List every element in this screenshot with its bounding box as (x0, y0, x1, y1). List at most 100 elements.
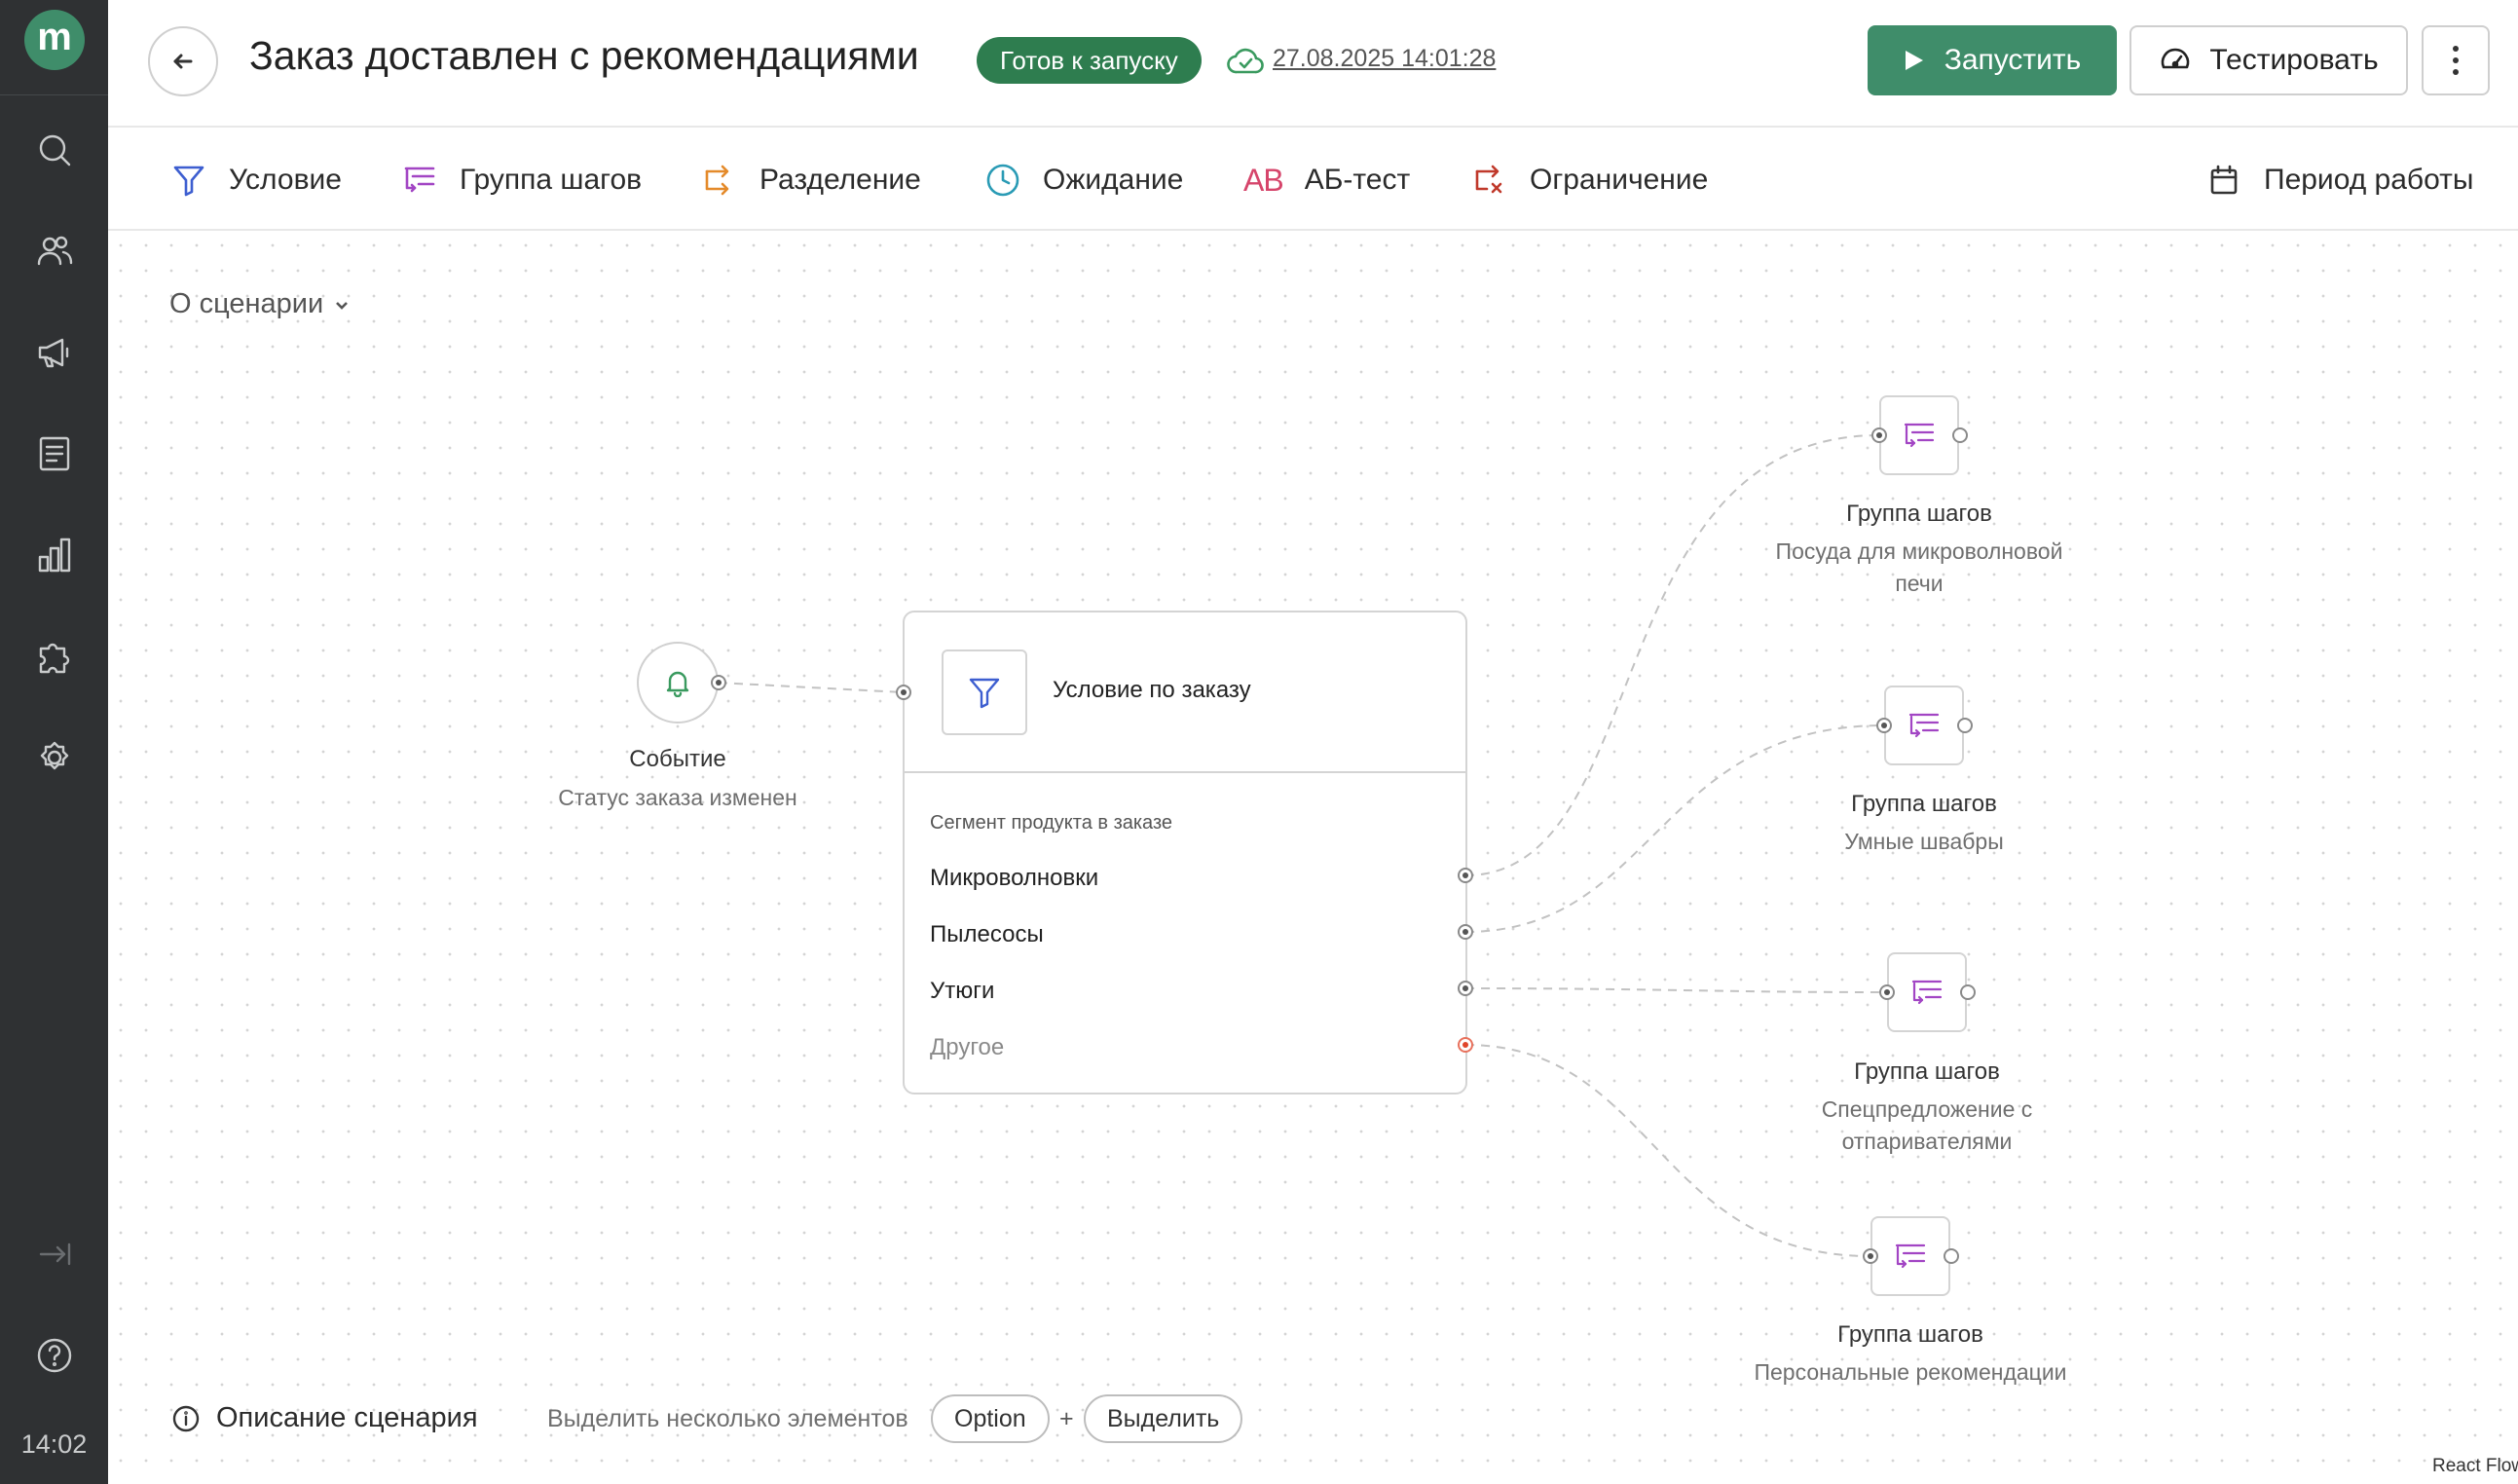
clock-icon (986, 164, 1019, 197)
step-group-2-subtitle: Умные швабры (1844, 829, 2004, 854)
event-node[interactable] (637, 642, 719, 723)
step-group-2-title: Группа шагов (1851, 791, 1997, 817)
branch-irons-handle[interactable] (1458, 981, 1473, 996)
branch-vacuums-handle[interactable] (1458, 924, 1473, 940)
react-flow-attribution[interactable]: React Flow (2432, 1456, 2518, 1477)
branch-vacuums: Пылесосы (930, 921, 1044, 947)
tool-split[interactable]: Разделение (701, 153, 921, 207)
collapse-icon[interactable] (32, 1232, 77, 1277)
condition-node-title: Условие по заказу (1053, 677, 1251, 703)
logo[interactable]: m (24, 10, 85, 70)
header: Заказ доставлен с рекомендациями Готов к… (108, 0, 2518, 128)
step-group-4-output-handle[interactable] (1944, 1248, 1959, 1264)
status-badge: Готов к запуску (977, 37, 1202, 84)
step-group-3-title: Группа шагов (1854, 1058, 2000, 1085)
step-group-node-3[interactable] (1887, 952, 1967, 1032)
event-node-title: Событие (629, 746, 726, 772)
step-group-node-4[interactable] (1870, 1216, 1950, 1296)
branch-irons: Утюги (930, 978, 995, 1004)
split-icon (705, 165, 729, 196)
step-group-1-output-handle[interactable] (1952, 427, 1968, 443)
limit-icon (1475, 165, 1502, 194)
step-group-2-output-handle[interactable] (1957, 718, 1973, 733)
tool-ab-test[interactable]: AB АБ-тест (1243, 153, 1410, 207)
step-group-4-title: Группа шагов (1837, 1321, 1983, 1348)
chart-icon[interactable] (32, 533, 77, 577)
tool-step-group-label: Группа шагов (460, 164, 643, 196)
play-icon (1905, 51, 1923, 70)
filter-icon (942, 649, 1027, 735)
step-group-3-input-handle[interactable] (1879, 984, 1895, 1000)
bell-icon (666, 671, 689, 697)
arrow-left-icon (173, 54, 193, 69)
sidebar-divider (0, 94, 108, 95)
help-icon[interactable] (32, 1333, 77, 1378)
info-icon (172, 1405, 200, 1431)
step-group-3-subtitle: Спецпредложение с отпаривателями (1821, 1096, 2033, 1154)
step-group-node-1[interactable] (1879, 395, 1959, 475)
step-group-icon (1895, 1243, 1926, 1269)
condition-node-header: Условие по заказу (905, 612, 1465, 773)
clock-time: 14:02 (20, 1429, 88, 1459)
sidebar: m 14:02 (0, 0, 108, 1484)
tool-ab-test-label: АБ-тест (1304, 164, 1411, 196)
tool-step-group[interactable]: Группа шагов (401, 153, 642, 207)
back-button[interactable] (148, 26, 218, 96)
step-group-1-subtitle: Посуда для микроволновой печи (1775, 538, 2063, 596)
tool-limit-label: Ограничение (1530, 164, 1709, 196)
branch-microwaves: Микроволновки (930, 865, 1099, 891)
toolbar: Условие Группа шагов Разделение Ожидание… (108, 130, 2518, 231)
period-button[interactable]: Период работы (2205, 153, 2473, 207)
test-button-label: Тестировать (2209, 44, 2379, 76)
branch-other-handle[interactable] (1458, 1037, 1473, 1053)
puzzle-icon[interactable] (32, 634, 77, 679)
about-scenario-toggle[interactable]: О сценарии (169, 288, 351, 320)
settings-icon[interactable] (32, 735, 77, 780)
speedometer-icon (2162, 48, 2190, 69)
scenario-description-button[interactable]: Описание сценария (171, 1402, 478, 1434)
users-icon[interactable] (32, 229, 77, 274)
step-group-1-input-handle[interactable] (1871, 427, 1887, 443)
scenario-description-label: Описание сценария (216, 1402, 478, 1433)
step-group-icon (1911, 980, 1943, 1005)
step-group-3-output-handle[interactable] (1960, 984, 1976, 1000)
run-button-label: Запустить (1944, 44, 2082, 76)
filter-icon (173, 166, 204, 197)
about-scenario-label: О сценарии (169, 288, 324, 319)
step-group-icon (1904, 423, 1935, 448)
step-group-4-subtitle: Персональные рекомендации (1754, 1359, 2067, 1385)
run-button[interactable]: Запустить (1868, 25, 2117, 95)
ab-icon: AB (1243, 162, 1284, 198)
condition-input-handle[interactable] (896, 685, 911, 700)
cloud-check-icon (1226, 43, 1265, 78)
chevron-down-icon (336, 301, 349, 310)
event-node-subtitle: Статус заказа изменен (558, 785, 797, 810)
tool-limit[interactable]: Ограничение (1471, 153, 1708, 207)
branch-other: Другое (930, 1034, 1005, 1060)
more-vertical-icon (2453, 46, 2459, 75)
tool-split-label: Разделение (759, 164, 921, 196)
tool-wait[interactable]: Ожидание (984, 153, 1183, 207)
more-button[interactable] (2422, 25, 2490, 95)
condition-node[interactable]: Условие по заказу Сегмент продукта в зак… (903, 611, 1467, 1094)
tool-condition[interactable]: Условие (170, 153, 342, 207)
test-button[interactable]: Тестировать (2129, 25, 2408, 95)
branch-microwaves-handle[interactable] (1458, 868, 1473, 883)
tool-wait-label: Ожидание (1043, 164, 1184, 196)
event-output-handle[interactable] (711, 675, 726, 690)
step-group-1-title: Группа шагов (1846, 501, 1992, 527)
megaphone-icon[interactable] (32, 330, 77, 375)
saved-timestamp[interactable]: 27.08.2025 14:01:28 (1273, 45, 1496, 73)
kbd-select: Выделить (1084, 1394, 1243, 1443)
step-group-node-2[interactable] (1884, 686, 1964, 765)
step-group-2-input-handle[interactable] (1876, 718, 1892, 733)
kbd-plus: + (1059, 1405, 1074, 1432)
step-group-icon (404, 167, 435, 193)
calendar-icon (2210, 165, 2238, 195)
document-icon[interactable] (32, 431, 77, 476)
kbd-option: Option (931, 1394, 1050, 1443)
step-group-icon (1908, 713, 1940, 738)
search-icon[interactable] (32, 128, 77, 172)
step-group-4-input-handle[interactable] (1863, 1248, 1878, 1264)
page-title: Заказ доставлен с рекомендациями (249, 33, 919, 78)
